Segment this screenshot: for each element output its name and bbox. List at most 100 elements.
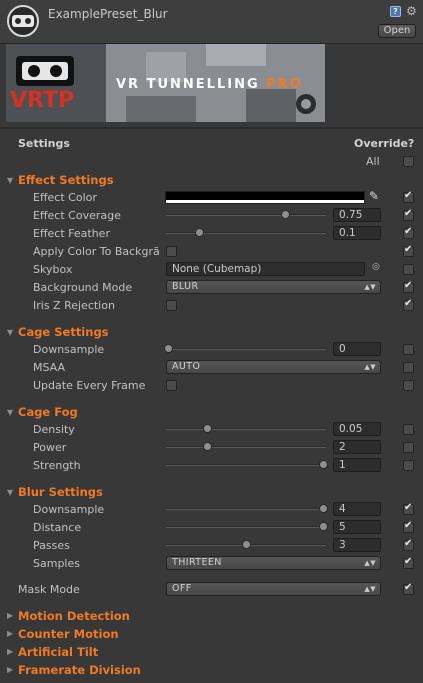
skybox-override[interactable] — [403, 264, 414, 275]
iris-z-rejection-checkbox[interactable] — [166, 300, 177, 311]
passes-value[interactable]: 3 — [333, 538, 381, 552]
divider — [0, 127, 423, 129]
effect-settings-header[interactable]: Effect Settings — [18, 173, 114, 187]
object-picker-icon[interactable]: ◎ — [372, 262, 380, 272]
preset-title: ExamplePreset_Blur — [48, 7, 168, 21]
mask-mode-dropdown[interactable]: OFF ▲▼ — [166, 582, 381, 596]
distance-slider-thumb[interactable] — [319, 522, 328, 531]
blur-downsample-slider-thumb[interactable] — [319, 504, 328, 513]
apply-color-label: Apply Color To Backgrã — [33, 245, 160, 258]
background-mode-label: Background Mode — [33, 281, 133, 294]
cage-fog-header[interactable]: Cage Fog — [18, 405, 78, 419]
cage-downsample-label: Downsample — [33, 343, 105, 356]
effect-feather-slider-track[interactable] — [166, 232, 326, 234]
blur-downsample-override[interactable] — [403, 502, 414, 515]
effect-feather-override[interactable] — [403, 226, 414, 239]
cage-downsample-slider-thumb[interactable] — [164, 344, 173, 353]
foldout-open-icon[interactable]: ▼ — [7, 488, 13, 497]
strength-slider-thumb[interactable] — [319, 460, 328, 469]
background-mode-dropdown[interactable]: BLUR ▲▼ — [166, 280, 381, 294]
power-label: Power — [33, 441, 67, 454]
mask-mode-label: Mask Mode — [18, 583, 80, 596]
apply-color-override[interactable] — [403, 244, 414, 257]
all-override-label: All — [366, 155, 380, 168]
iris-z-rejection-label: Iris Z Rejection — [33, 299, 115, 312]
foldout-open-icon[interactable]: ▼ — [7, 408, 13, 417]
power-override[interactable] — [403, 442, 414, 453]
strength-slider-track[interactable] — [166, 464, 326, 466]
triangle-right-icon[interactable]: ▶ — [7, 611, 13, 620]
gear-icon[interactable]: ⚙ — [406, 4, 417, 18]
density-slider-thumb[interactable] — [203, 424, 212, 433]
power-slider-thumb[interactable] — [203, 442, 212, 451]
banner-image: VRTP VR TUNNELLING PRO — [6, 44, 325, 122]
background-mode-override[interactable] — [403, 280, 414, 293]
distance-override[interactable] — [403, 520, 414, 533]
effect-coverage-value[interactable]: 0.75 — [333, 208, 381, 222]
effect-color-label: Effect Color — [33, 191, 97, 204]
override-column-label: Override? — [354, 137, 415, 150]
banner-title: VR TUNNELLING PRO — [116, 77, 303, 92]
cage-downsample-override[interactable] — [403, 344, 414, 355]
mask-mode-override[interactable] — [403, 582, 414, 595]
samples-dropdown[interactable]: THIRTEEN ▲▼ — [166, 556, 381, 570]
density-override[interactable] — [403, 424, 414, 435]
effect-coverage-slider-thumb[interactable] — [281, 210, 290, 219]
foldout-open-icon[interactable]: ▼ — [7, 328, 13, 337]
dropdown-arrow-icon: ▲▼ — [364, 559, 376, 567]
distance-value[interactable]: 5 — [333, 520, 381, 534]
density-slider-track[interactable] — [166, 428, 326, 430]
distance-slider-track[interactable] — [166, 526, 326, 528]
blur-downsample-label: Downsample — [33, 503, 105, 516]
effect-color-field[interactable] — [165, 191, 365, 204]
effect-feather-value[interactable]: 0.1 — [333, 226, 381, 240]
iris-z-rejection-override[interactable] — [403, 298, 414, 311]
passes-slider-thumb[interactable] — [242, 540, 251, 549]
triangle-right-icon[interactable]: ▶ — [7, 629, 13, 638]
samples-override[interactable] — [403, 556, 414, 569]
triangle-right-icon[interactable]: ▶ — [7, 647, 13, 656]
cage-downsample-slider-track[interactable] — [166, 348, 326, 350]
blur-downsample-slider-track[interactable] — [166, 508, 326, 510]
help-icon[interactable]: ? — [390, 6, 401, 17]
update-every-frame-override[interactable] — [403, 380, 414, 391]
update-every-frame-checkbox[interactable] — [166, 380, 177, 391]
framerate-division-header[interactable]: Framerate Division — [18, 663, 141, 677]
dropdown-arrow-icon: ▲▼ — [364, 363, 376, 371]
effect-color-override[interactable] — [403, 190, 414, 203]
cage-downsample-value[interactable]: 0 — [333, 342, 381, 356]
blur-downsample-value[interactable]: 4 — [333, 502, 381, 516]
apply-color-checkbox[interactable] — [166, 246, 177, 257]
skybox-field[interactable]: None (Cubemap) — [166, 262, 365, 276]
samples-label: Samples — [33, 557, 80, 570]
msaa-label: MSAA — [33, 361, 66, 374]
all-override-checkbox[interactable] — [403, 156, 414, 167]
distance-label: Distance — [33, 521, 82, 534]
power-value[interactable]: 2 — [333, 440, 381, 454]
power-slider-track[interactable] — [166, 446, 326, 448]
effect-coverage-slider-track[interactable] — [166, 214, 326, 216]
msaa-dropdown[interactable]: AUTO ▲▼ — [166, 360, 381, 374]
strength-value[interactable]: 1 — [333, 458, 381, 472]
effect-coverage-label: Effect Coverage — [33, 209, 121, 222]
strength-override[interactable] — [403, 460, 414, 471]
eyedropper-icon[interactable]: ✎ — [369, 189, 379, 203]
effect-coverage-override[interactable] — [403, 208, 414, 221]
msaa-override[interactable] — [403, 362, 414, 373]
density-value[interactable]: 0.05 — [333, 422, 381, 436]
skybox-label: Skybox — [33, 263, 73, 276]
passes-label: Passes — [33, 539, 70, 552]
motion-detection-header[interactable]: Motion Detection — [18, 609, 130, 623]
background-mode-value: BLUR — [172, 281, 199, 292]
dropdown-arrow-icon: ▲▼ — [364, 283, 376, 291]
foldout-open-icon[interactable]: ▼ — [7, 176, 13, 185]
cage-settings-header[interactable]: Cage Settings — [18, 325, 109, 339]
passes-override[interactable] — [403, 538, 414, 551]
open-button[interactable]: Open — [378, 24, 416, 38]
triangle-right-icon[interactable]: ▶ — [7, 665, 13, 674]
banner-logo-text: VRTP — [10, 88, 75, 113]
counter-motion-header[interactable]: Counter Motion — [18, 627, 119, 641]
blur-settings-header[interactable]: Blur Settings — [18, 485, 103, 499]
effect-feather-slider-thumb[interactable] — [195, 228, 204, 237]
artificial-tilt-header[interactable]: Artificial Tilt — [18, 645, 98, 659]
